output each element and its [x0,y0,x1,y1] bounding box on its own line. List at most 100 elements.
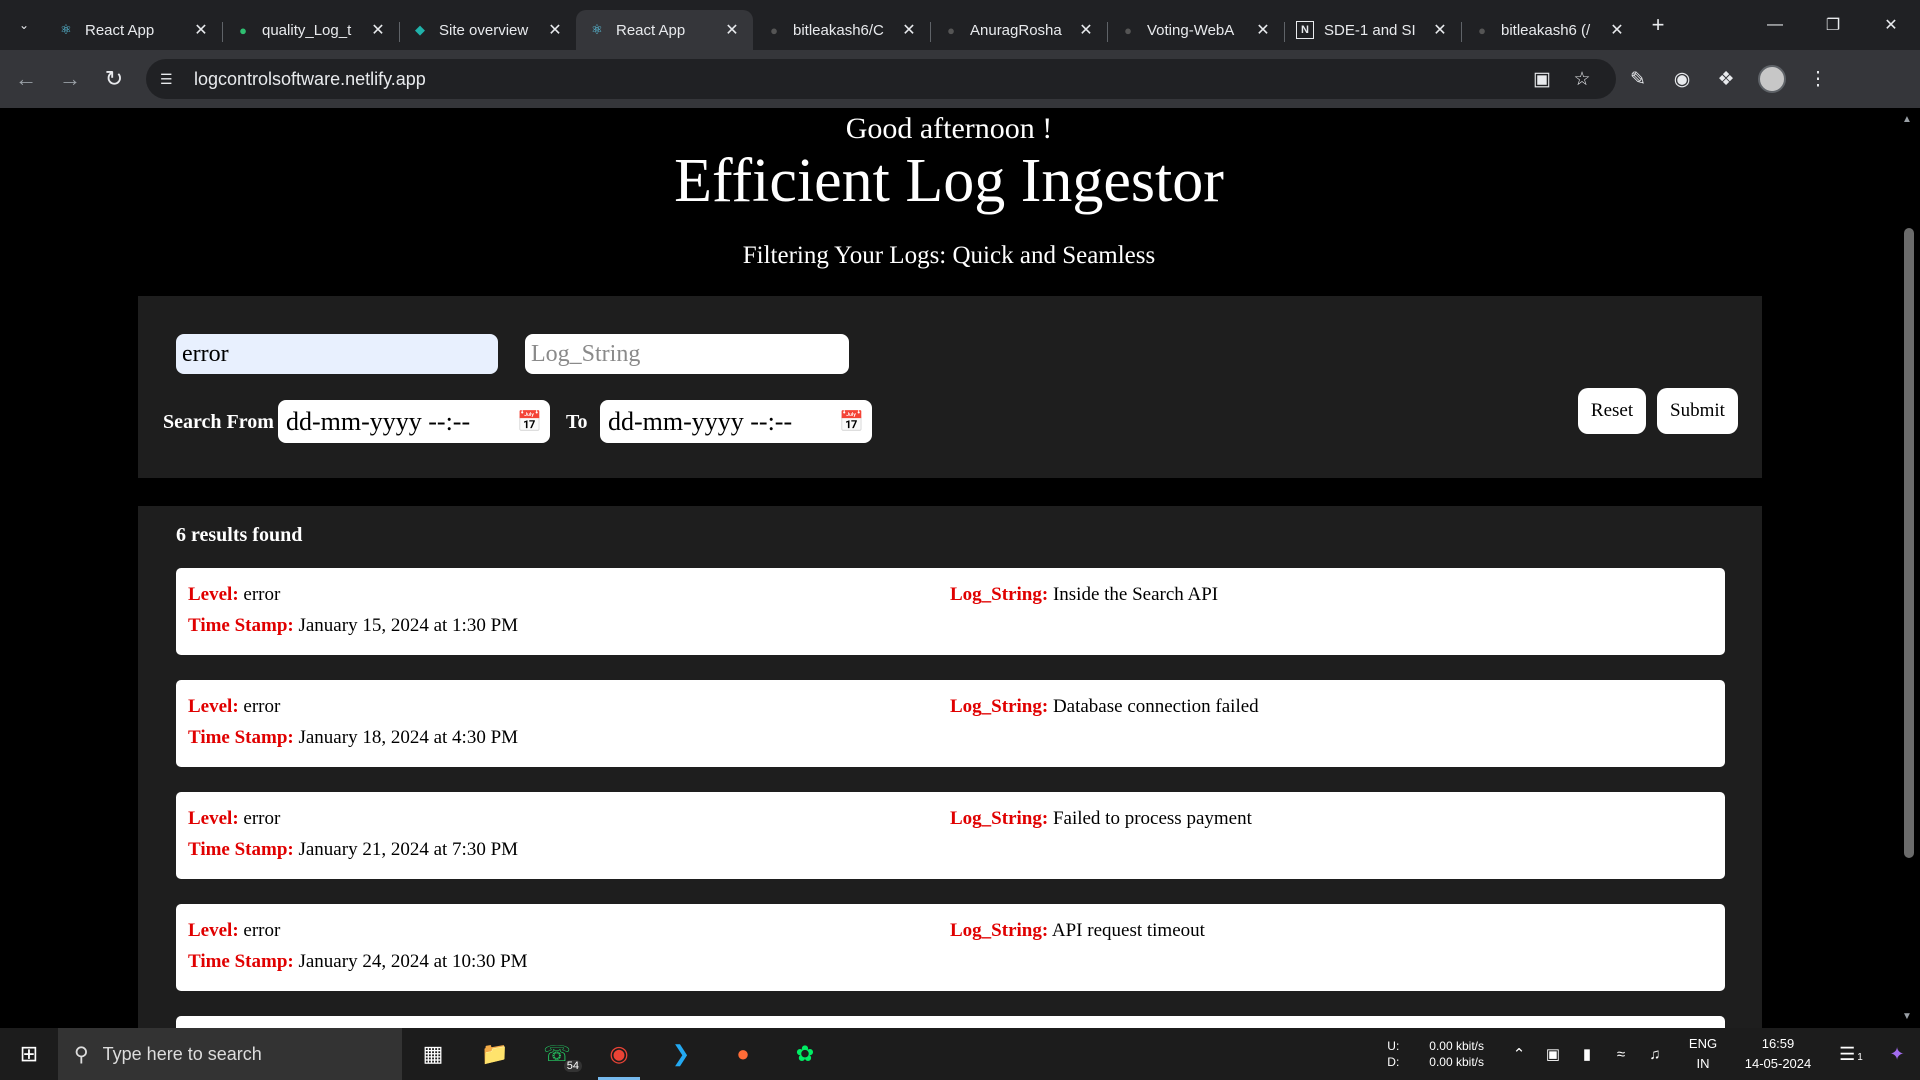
logstring-value: Inside the Search API [1052,584,1219,605]
results-panel: 6 results found Level: error Time Stamp:… [138,506,1762,1028]
close-tab-icon[interactable]: ✕ [1431,20,1449,40]
log-card-partial [176,1016,1725,1028]
close-tab-icon[interactable]: ✕ [900,20,918,40]
forward-arrow-icon[interactable]: → [52,61,88,97]
copilot-icon[interactable]: ✦ [1874,1044,1920,1065]
github-icon: ● [770,22,778,38]
mongodb-compass-icon[interactable]: ✿ [774,1028,836,1080]
upload-label: U: [1387,1039,1400,1053]
tab-title: bitleakash6/C [793,21,884,39]
timestamp-value: January 24, 2024 at 10:30 PM [298,951,528,972]
minimize-icon[interactable]: — [1746,0,1804,50]
web-page: Good afternoon ! Efficient Log Ingestor … [0,108,1898,1028]
browser-tab[interactable]: ⚛ React App ✕ [45,10,223,50]
reload-icon[interactable]: ↻ [96,61,132,97]
browser-tab[interactable]: ● quality_Log_t ✕ [222,10,400,50]
back-arrow-icon[interactable]: ← [8,61,44,97]
scroll-down-arrow-icon[interactable]: ▼ [1902,1011,1912,1022]
show-hidden-icons-chevron-icon[interactable]: ⌃ [1502,1045,1536,1063]
react-icon: ⚛ [60,22,72,37]
reset-button[interactable]: Reset [1578,388,1646,434]
browser-tab[interactable]: ● bitleakash6 (/ ✕ [1461,10,1638,50]
taskbar-clock[interactable]: 16:59 14-05-2024 [1728,1034,1828,1074]
page-title: Efficient Log Ingestor [674,147,1224,215]
to-date-input[interactable]: dd-mm-yyyy --:-- 📅 [600,400,872,443]
logstring-key: Log_String: [950,696,1049,717]
window-controls: — ❐ ✕ [1746,0,1920,50]
tab-title: bitleakash6 (/ [1501,21,1591,39]
browser-tab[interactable]: ● Voting-WebA ✕ [1107,10,1285,50]
language-indicator[interactable]: ENG IN [1678,1034,1728,1074]
volume-icon[interactable]: ♫ [1638,1046,1672,1063]
bookmark-star-icon[interactable]: ☆ [1562,68,1602,91]
close-tab-icon[interactable]: ✕ [1608,20,1626,40]
to-date-text: dd-mm-yyyy --:-- [608,406,793,436]
level-value: error [243,696,281,717]
level-value: error [243,584,281,605]
page-scrollbar[interactable]: ▲ ▼ [1898,108,1920,1028]
windows-start-icon[interactable]: ⊞ [0,1041,58,1067]
calendar-icon[interactable]: 📅 [517,409,542,434]
tab-search-chevron-icon[interactable]: ⌄ [11,12,37,38]
level-input[interactable] [176,334,498,374]
postman-icon[interactable]: ● [712,1028,774,1080]
site-info-icon[interactable]: ☰ [160,71,182,88]
github-icon: ● [1478,22,1486,38]
close-window-icon[interactable]: ✕ [1862,0,1920,50]
restore-icon[interactable]: ❐ [1804,0,1862,50]
url-text[interactable]: logcontrolsoftware.netlify.app [194,69,1522,90]
browser-tab-strip: ⌄ ⚛ React App ✕ ● quality_Log_t ✕ ◆ Site… [0,0,1920,50]
logstring-value: Database connection failed [1052,696,1259,717]
timestamp-key: Time Stamp: [188,951,294,972]
tab-title: Site overview [439,21,529,39]
browser-tab[interactable]: ● AnuragRosha ✕ [930,10,1108,50]
extensions-puzzle-icon[interactable]: ❖ [1704,68,1748,91]
close-tab-icon[interactable]: ✕ [723,20,741,40]
browser-tab[interactable]: ● bitleakash6/C ✕ [753,10,931,50]
close-tab-icon[interactable]: ✕ [192,20,210,40]
close-tab-icon[interactable]: ✕ [546,20,564,40]
language-code: ENG [1688,1036,1718,1051]
log-card: Level: error Time Stamp: January 18, 202… [176,680,1725,767]
close-tab-icon[interactable]: ✕ [1254,20,1272,40]
browser-tab[interactable]: ◆ Site overview ✕ [399,10,576,50]
whatsapp-badge: 54 [563,1060,582,1072]
tab-title: React App [85,21,155,39]
notification-center-icon[interactable]: ☰ 1 [1828,1044,1874,1065]
browser-tab[interactable]: N SDE-1 and SI ✕ [1284,10,1462,50]
address-bar[interactable]: ☰ logcontrolsoftware.netlify.app ▣ ☆ [146,59,1616,99]
close-tab-icon[interactable]: ✕ [369,20,387,40]
profile-avatar[interactable] [1758,65,1786,93]
timestamp-key: Time Stamp: [188,615,294,636]
eyedropper-extension-icon[interactable]: ✎ [1616,68,1660,91]
scroll-up-arrow-icon[interactable]: ▲ [1902,114,1912,125]
level-key: Level: [188,584,239,605]
task-view-icon[interactable]: ▦ [402,1028,464,1080]
submit-button[interactable]: Submit [1657,388,1738,434]
install-app-icon[interactable]: ▣ [1522,68,1562,91]
logstring-value: Failed to process payment [1052,808,1252,829]
log-string-input[interactable] [525,334,849,374]
chrome-icon[interactable]: ◉ [588,1028,650,1080]
wifi-icon[interactable]: ≈ [1604,1046,1638,1063]
battery-icon[interactable]: ▮ [1570,1045,1604,1063]
windows-taskbar: ⊞ ⚲ Type here to search ▦ 📁 ☏ 54 ◉ ❯ ● ✿ … [0,1028,1920,1080]
file-explorer-icon[interactable]: 📁 [464,1028,526,1080]
network-speed-meter: U: D: 0.00 kbit/s 0.00 kbit/s [1387,1038,1484,1070]
more-menu-icon[interactable]: ⋮ [1796,68,1840,91]
browser-tab-active[interactable]: ⚛ React App ✕ [576,10,753,50]
meet-now-icon[interactable]: ▣ [1536,1045,1570,1063]
from-date-input[interactable]: dd-mm-yyyy --:-- 📅 [278,400,550,443]
level-value: error [243,920,281,941]
browser-toolbar: ← → ↻ ☰ logcontrolsoftware.netlify.app ▣… [0,50,1920,108]
close-tab-icon[interactable]: ✕ [1077,20,1095,40]
extension-circle-icon[interactable]: ◉ [1660,68,1704,91]
calendar-icon[interactable]: 📅 [839,409,864,434]
whatsapp-icon[interactable]: ☏ 54 [526,1028,588,1080]
scrollbar-thumb[interactable] [1904,228,1914,858]
download-label: D: [1387,1055,1400,1069]
taskbar-search-box[interactable]: ⚲ Type here to search [58,1028,402,1080]
new-tab-plus-icon[interactable]: + [1644,11,1672,39]
level-value: error [243,808,281,829]
vscode-icon[interactable]: ❯ [650,1028,712,1080]
